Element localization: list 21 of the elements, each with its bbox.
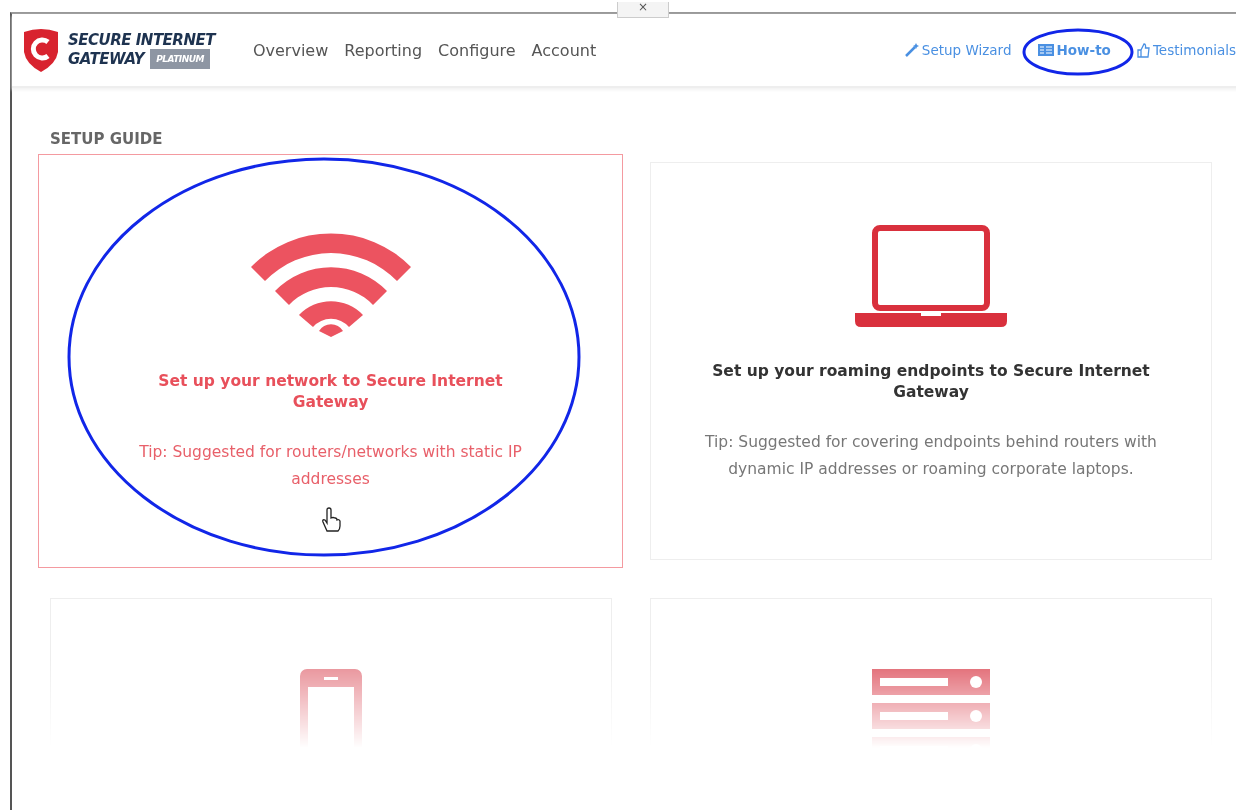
card-title: Set up your network to Secure Internet Gateway [157,371,504,413]
card-title: Set up your roaming endpoints to Secure Internet Gateway [711,361,1151,403]
thumbs-up-icon [1136,42,1150,58]
setup-card[interactable]: Set up your roaming endpoints to Secure Internet Gateway Tip: Suggested for covering endpoints behind routers with dynamic IP addresses or roaming corporate laptops. [650,162,1212,560]
setup-card[interactable]: Set up your network to Secure Internet Gateway Tip: Suggested for routers/networks with static IP addresses [38,154,623,568]
edition-badge: PLATINUM [150,49,210,69]
card-tip: Tip: Suggested for routers/networks with static IP addresses [138,442,523,490]
nav-link[interactable]: Configure [438,40,516,60]
laptop-icon [855,225,1007,327]
nav-link[interactable]: Reporting [344,40,423,60]
brand-name: GATEWAY [68,50,145,68]
card-tip: Tip: Suggested for covering endpoints behind routers with dynamic IP addresses or roaming corporate laptops. [704,432,1158,480]
shield-logo [22,28,60,72]
pointer-icon [319,507,342,533]
list-icon [1037,44,1054,56]
close-tab[interactable]: × [617,2,669,18]
nav-link[interactable]: Account [531,40,597,60]
section-title: SETUP GUIDE [50,130,164,148]
brand-name: SECURE INTERNET [68,31,215,49]
nav-link[interactable]: Overview [252,40,329,60]
wand-icon [904,43,919,57]
